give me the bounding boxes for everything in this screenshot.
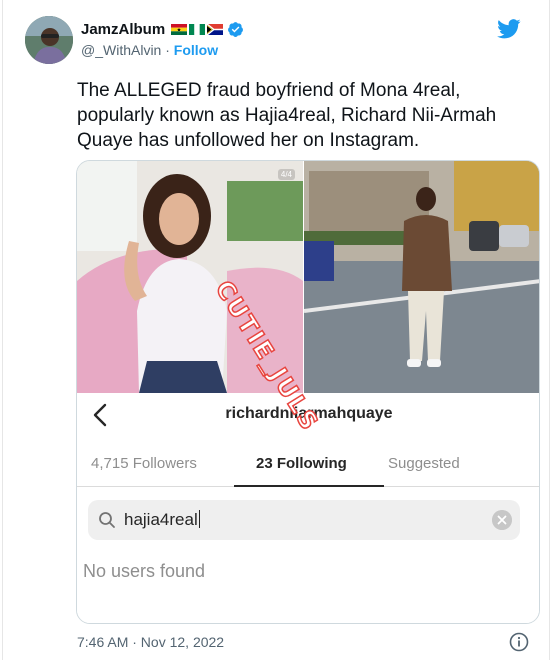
active-tab-indicator [234, 485, 384, 487]
search-query-text: hajia4real [124, 510, 198, 529]
info-icon[interactable] [509, 632, 529, 652]
photo-man [304, 161, 539, 393]
text-caret [198, 510, 200, 528]
search-icon [99, 512, 115, 528]
tweet-text: The ALLEGED fraud boyfriend of Mona 4rea… [77, 80, 497, 151]
handle-separator: · [165, 42, 170, 58]
photo-counter: 4/4 [277, 169, 295, 180]
search-query: hajia4real [124, 510, 200, 530]
tab-following[interactable]: 23 Following [256, 455, 347, 472]
tab-suggested[interactable]: Suggested [388, 455, 460, 472]
clear-search-icon[interactable] [492, 510, 512, 530]
south-africa-flag-icon [207, 23, 224, 35]
ghana-flag-icon [171, 23, 188, 35]
author-handle[interactable]: @_WithAlvin [81, 42, 161, 58]
avatar-image [25, 16, 73, 64]
tab-followers[interactable]: 4,715 Followers [91, 455, 197, 472]
author-name-row: JamzAlbum [81, 20, 244, 38]
author-handle-row: @_WithAlvin · Follow [81, 42, 218, 58]
photo-man-image [304, 161, 539, 393]
tweet-timestamp[interactable]: 7:46 AM · Nov 12, 2022 [77, 634, 224, 650]
tweet-media[interactable]: 4/4 richardniiarmahquaye 4,715 Followers… [76, 160, 540, 624]
nigeria-flag-icon [189, 23, 206, 35]
verified-badge-icon [228, 21, 244, 37]
tweet-card: JamzAlbum @_WithAlvin · Follow The ALLEG… [2, 0, 550, 660]
follow-button[interactable]: Follow [174, 42, 218, 58]
twitter-bird-icon[interactable] [497, 18, 521, 40]
author-name[interactable]: JamzAlbum [81, 21, 165, 38]
avatar[interactable] [25, 16, 73, 64]
flag-emojis [171, 23, 224, 35]
instagram-search-input[interactable]: hajia4real [88, 500, 520, 540]
empty-state-message: No users found [83, 561, 206, 581]
